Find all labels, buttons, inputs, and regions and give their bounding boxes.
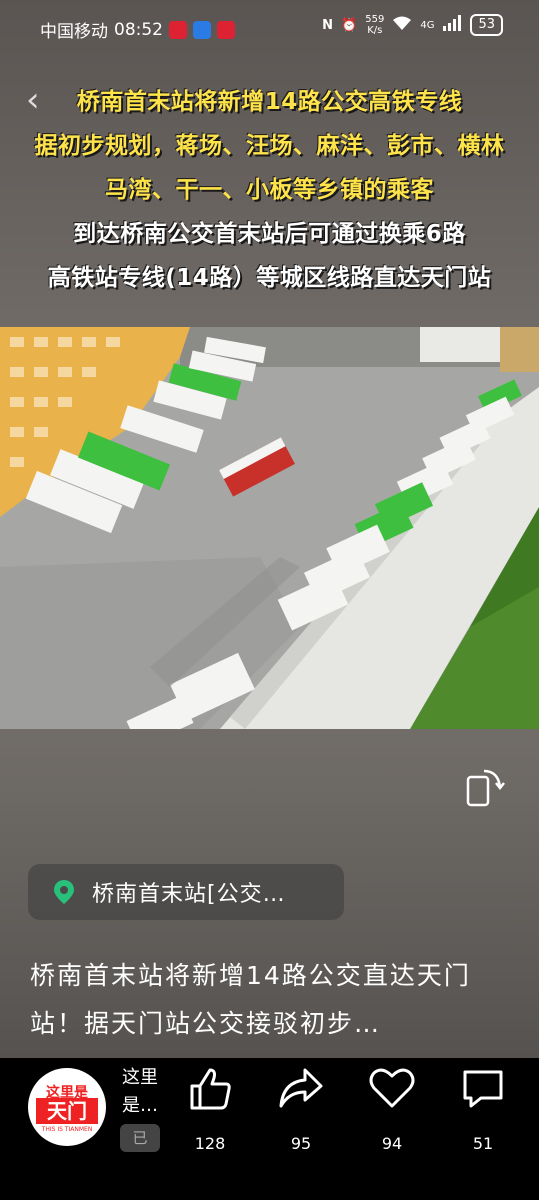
- network-speed-value: 559: [365, 14, 385, 25]
- navigation-notification-icon: [193, 20, 211, 39]
- comment-count: 51: [472, 1134, 494, 1153]
- app-notification-icon-2: [217, 20, 235, 39]
- author-avatar[interactable]: 这里是 天门 THIS IS TIANMEN: [28, 1068, 106, 1146]
- caption-line-2: 据初步规划，蒋场、汪场、麻洋、彭市、横林: [34, 133, 505, 159]
- author-name-line-1: 这里: [122, 1067, 158, 1088]
- alarm-icon: ⏰: [341, 17, 358, 33]
- status-left: 中国移动 08:52: [40, 17, 235, 42]
- description-line-1: 桥南首末站将新增14路公交直达天门: [30, 961, 471, 990]
- wifi-icon: [392, 15, 412, 35]
- share-count: 95: [290, 1134, 312, 1153]
- caption-line-1: 桥南首末站将新增14路公交高铁专线: [76, 89, 463, 115]
- comment-button[interactable]: 51: [453, 1064, 513, 1153]
- share-arrow-icon: [279, 1068, 323, 1108]
- avatar-logo-bottom: THIS IS TIANMEN: [41, 1126, 93, 1133]
- heart-icon: [369, 1068, 415, 1108]
- author-name[interactable]: 这里 是…: [122, 1064, 162, 1120]
- like-button[interactable]: 128: [180, 1064, 240, 1153]
- comment-bubble-icon: [463, 1070, 503, 1108]
- avatar-logo-mid: 天门: [36, 1098, 98, 1124]
- description-line-2: 站！据天门站公交接驳初步…: [30, 1009, 382, 1038]
- post-description[interactable]: 桥南首末站将新增14路公交直达天门 站！据天门站公交接驳初步…: [30, 952, 520, 1048]
- rotate-screen-button[interactable]: [462, 765, 506, 809]
- clock: 08:52: [114, 19, 163, 40]
- network-type: 4G: [420, 19, 435, 31]
- follow-status-button[interactable]: 已: [120, 1124, 160, 1152]
- rotate-screen-icon: [466, 769, 505, 807]
- signal-icon: [442, 15, 462, 35]
- thumbs-up-icon: [190, 1068, 231, 1110]
- location-tag[interactable]: 桥南首末站[公交…: [28, 864, 344, 920]
- status-bar: 中国移动 08:52 N ⏰ 559 K/s 4G 53: [0, 0, 539, 56]
- bus-station-photo[interactable]: [0, 327, 539, 729]
- battery-indicator: 53: [470, 14, 503, 36]
- nfc-icon: N: [322, 17, 334, 33]
- video-caption-overlay: 桥南首末站将新增14路公交高铁专线 据初步规划，蒋场、汪场、麻洋、彭市、横林 马…: [0, 80, 539, 300]
- carrier-label: 中国移动: [40, 22, 108, 42]
- author-name-line-2: 是…: [122, 1095, 158, 1116]
- network-speed: 559 K/s: [365, 14, 384, 36]
- location-text: 桥南首末站[公交…: [92, 882, 286, 907]
- bus-station-illustration: [0, 327, 539, 729]
- network-speed-unit: K/s: [367, 25, 383, 36]
- favorite-button[interactable]: 94: [362, 1064, 422, 1153]
- status-right: N ⏰ 559 K/s 4G 53: [322, 14, 503, 36]
- share-button[interactable]: 95: [271, 1064, 331, 1153]
- caption-line-3: 马湾、干一、小板等乡镇的乘客: [105, 177, 434, 203]
- like-count: 128: [194, 1134, 226, 1153]
- caption-line-4: 到达桥南公交首末站后可通过换乘6路: [73, 221, 466, 247]
- app-notification-icon: [169, 20, 187, 39]
- location-pin-icon: [54, 880, 74, 904]
- favorite-count: 94: [381, 1134, 403, 1153]
- caption-line-5: 高铁站专线(14路）等城区线路直达天门站: [47, 265, 492, 291]
